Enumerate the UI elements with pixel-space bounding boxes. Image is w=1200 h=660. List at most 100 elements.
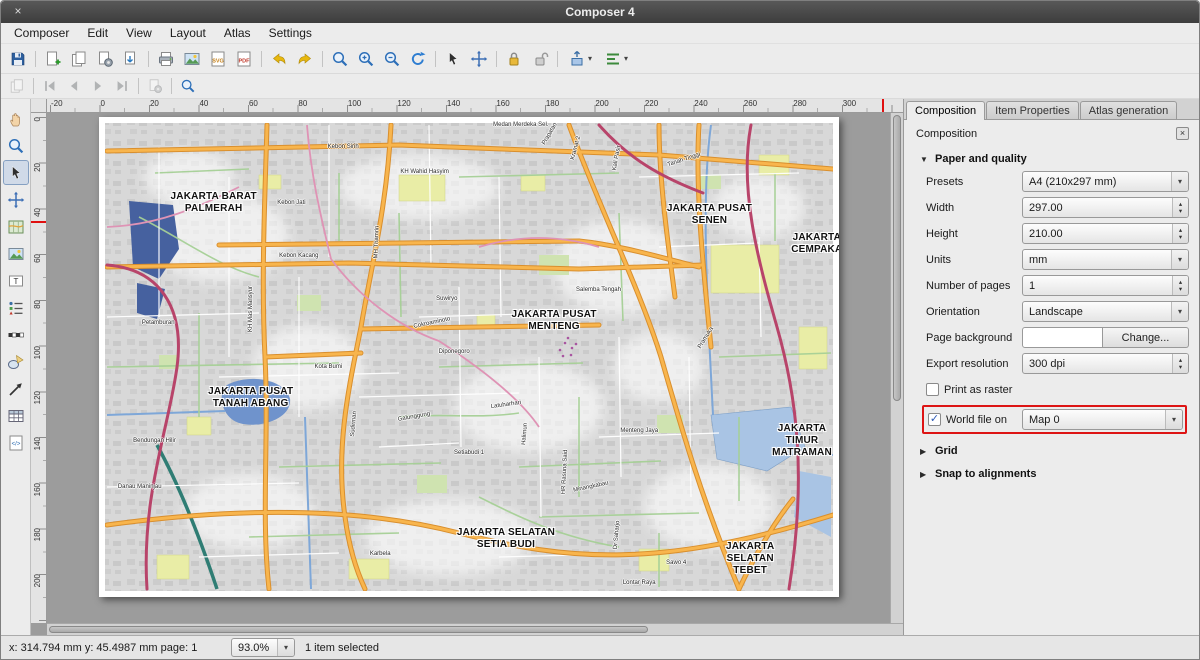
horizontal-scrollbar-thumb[interactable] bbox=[49, 626, 648, 633]
section-paper-and-quality[interactable]: ▼ Paper and quality bbox=[914, 148, 1189, 171]
add-scalebar-tool[interactable] bbox=[3, 322, 29, 347]
atlas-settings-button[interactable] bbox=[143, 76, 167, 97]
export-as-image-button[interactable] bbox=[179, 47, 205, 71]
add-basic-shape-tool[interactable] bbox=[3, 349, 29, 374]
section-snap-to-alignments[interactable]: ▶ Snap to alignments bbox=[914, 463, 1189, 486]
menu-item[interactable]: Edit bbox=[78, 24, 117, 42]
move-item-content-button[interactable] bbox=[466, 47, 492, 71]
page-background-label: Page background bbox=[926, 332, 1014, 344]
ruler-horizontal: -200204060801001201401601802002202402602… bbox=[47, 99, 903, 113]
page-background-swatch[interactable] bbox=[1022, 327, 1103, 348]
export-resolution-spinbox[interactable]: 300 dpi ▴▾ bbox=[1022, 353, 1189, 374]
world-file-checkbox[interactable]: ✓ bbox=[928, 413, 941, 426]
separator bbox=[144, 47, 153, 71]
separator bbox=[553, 47, 562, 71]
panel-close-icon[interactable]: × bbox=[1176, 127, 1189, 140]
section-grid[interactable]: ▶ Grid bbox=[914, 440, 1189, 463]
lock-selected-items-button[interactable] bbox=[501, 47, 527, 71]
duplicate-composition-button[interactable] bbox=[66, 47, 92, 71]
window-close-button[interactable]: × bbox=[10, 3, 26, 19]
print-as-raster-checkbox[interactable] bbox=[926, 383, 939, 396]
spin-arrows-icon[interactable]: ▴▾ bbox=[1172, 224, 1188, 243]
height-spinbox[interactable]: 210.00 ▴▾ bbox=[1022, 223, 1189, 244]
menu-item[interactable]: Composer bbox=[5, 24, 78, 42]
add-new-map-tool[interactable] bbox=[3, 214, 29, 239]
number-of-pages-spinbox[interactable]: 1 ▴▾ bbox=[1022, 275, 1189, 296]
spin-arrows-icon[interactable]: ▴▾ bbox=[1172, 354, 1188, 373]
export-as-svg-button[interactable] bbox=[205, 47, 231, 71]
world-file-map-select[interactable]: Map 0 ▾ bbox=[1022, 409, 1183, 430]
add-legend-tool[interactable] bbox=[3, 295, 29, 320]
add-attribute-table-tool[interactable] bbox=[3, 403, 29, 428]
atlas-next-feature-button[interactable] bbox=[86, 76, 110, 97]
vertical-scrollbar-thumb[interactable] bbox=[893, 115, 901, 401]
annotation-red-box: ✓ World file on Map 0 ▾ bbox=[922, 405, 1187, 434]
atlas-first-feature-button[interactable] bbox=[38, 76, 62, 97]
new-composition-button[interactable] bbox=[40, 47, 66, 71]
save-as-template-button[interactable] bbox=[5, 76, 29, 97]
composition-page[interactable]: Medan Merdeka Sel.Kebon SirihPrapatanTan… bbox=[99, 117, 839, 597]
menu-item[interactable]: Settings bbox=[260, 24, 321, 42]
load-from-template-button[interactable] bbox=[118, 47, 144, 71]
chevron-down-icon: ▾ bbox=[1171, 302, 1188, 321]
separator bbox=[431, 47, 440, 71]
separator bbox=[31, 47, 40, 71]
zoom-out-button[interactable] bbox=[379, 47, 405, 71]
save-project-button[interactable] bbox=[5, 47, 31, 71]
add-label-tool[interactable] bbox=[3, 268, 29, 293]
orientation-select[interactable]: Landscape ▾ bbox=[1022, 301, 1189, 322]
add-image-tool[interactable] bbox=[3, 241, 29, 266]
select-move-item-tool[interactable] bbox=[3, 160, 29, 185]
menu-item[interactable]: Atlas bbox=[215, 24, 260, 42]
width-label: Width bbox=[926, 202, 1014, 214]
redo-button[interactable] bbox=[292, 47, 318, 71]
page-background-change-button[interactable]: Change... bbox=[1103, 327, 1189, 348]
panel-title: Composition bbox=[916, 128, 977, 140]
zoom-tool[interactable] bbox=[3, 133, 29, 158]
preview-atlas-button[interactable] bbox=[176, 76, 200, 97]
undo-button[interactable] bbox=[266, 47, 292, 71]
pan-tool[interactable] bbox=[3, 106, 29, 131]
width-spinbox[interactable]: 297.00 ▴▾ bbox=[1022, 197, 1189, 218]
tab-item-properties[interactable]: Item Properties bbox=[986, 101, 1079, 119]
select-move-item-button[interactable] bbox=[440, 47, 466, 71]
world-file-label: World file on bbox=[946, 414, 1007, 426]
add-arrow-tool[interactable] bbox=[3, 376, 29, 401]
zoom-full-button[interactable] bbox=[327, 47, 353, 71]
vertical-scrollbar[interactable] bbox=[890, 113, 903, 623]
separator bbox=[257, 47, 266, 71]
tab-atlas-generation[interactable]: Atlas generation bbox=[1080, 101, 1178, 119]
units-label: Units bbox=[926, 254, 1014, 266]
zoom-in-button[interactable] bbox=[353, 47, 379, 71]
selection-status: 1 item selected bbox=[305, 642, 379, 654]
composition-manager-button[interactable] bbox=[92, 47, 118, 71]
workspace: -200204060801001201401601802002202402602… bbox=[31, 99, 903, 635]
window-title: Composer 4 bbox=[1, 5, 1199, 19]
menubar: ComposerEditViewLayoutAtlasSettings bbox=[1, 23, 1199, 44]
triangle-down-icon: ▼ bbox=[920, 155, 928, 164]
statusbar: x: 314.794 mm y: 45.4987 mm page: 1 93.0… bbox=[1, 635, 1199, 659]
composition-canvas[interactable]: Medan Merdeka Sel.Kebon SirihPrapatanTan… bbox=[47, 113, 903, 623]
spin-arrows-icon[interactable]: ▴▾ bbox=[1172, 198, 1188, 217]
units-select[interactable]: mm ▾ bbox=[1022, 249, 1189, 270]
unlock-all-items-button[interactable] bbox=[527, 47, 553, 71]
map-item[interactable] bbox=[99, 117, 839, 597]
align-selected-items-button[interactable] bbox=[598, 47, 634, 71]
refresh-view-button[interactable] bbox=[405, 47, 431, 71]
menu-item[interactable]: View bbox=[117, 24, 161, 42]
move-item-content-tool[interactable] bbox=[3, 187, 29, 212]
zoom-select[interactable]: 93.0% ▾ bbox=[231, 638, 295, 657]
raise-selected-items-button[interactable] bbox=[562, 47, 598, 71]
atlas-last-feature-button[interactable] bbox=[110, 76, 134, 97]
print-button[interactable] bbox=[153, 47, 179, 71]
spin-arrows-icon[interactable]: ▴▾ bbox=[1172, 276, 1188, 295]
horizontal-scrollbar[interactable] bbox=[47, 623, 903, 635]
export-as-pdf-button[interactable] bbox=[231, 47, 257, 71]
titlebar: × Composer 4 bbox=[1, 1, 1199, 23]
add-html-frame-tool[interactable] bbox=[3, 430, 29, 455]
presets-select[interactable]: A4 (210x297 mm) ▾ bbox=[1022, 171, 1189, 192]
separator bbox=[492, 47, 501, 71]
tab-composition[interactable]: Composition bbox=[906, 101, 985, 120]
atlas-previous-feature-button[interactable] bbox=[62, 76, 86, 97]
menu-item[interactable]: Layout bbox=[161, 24, 215, 42]
